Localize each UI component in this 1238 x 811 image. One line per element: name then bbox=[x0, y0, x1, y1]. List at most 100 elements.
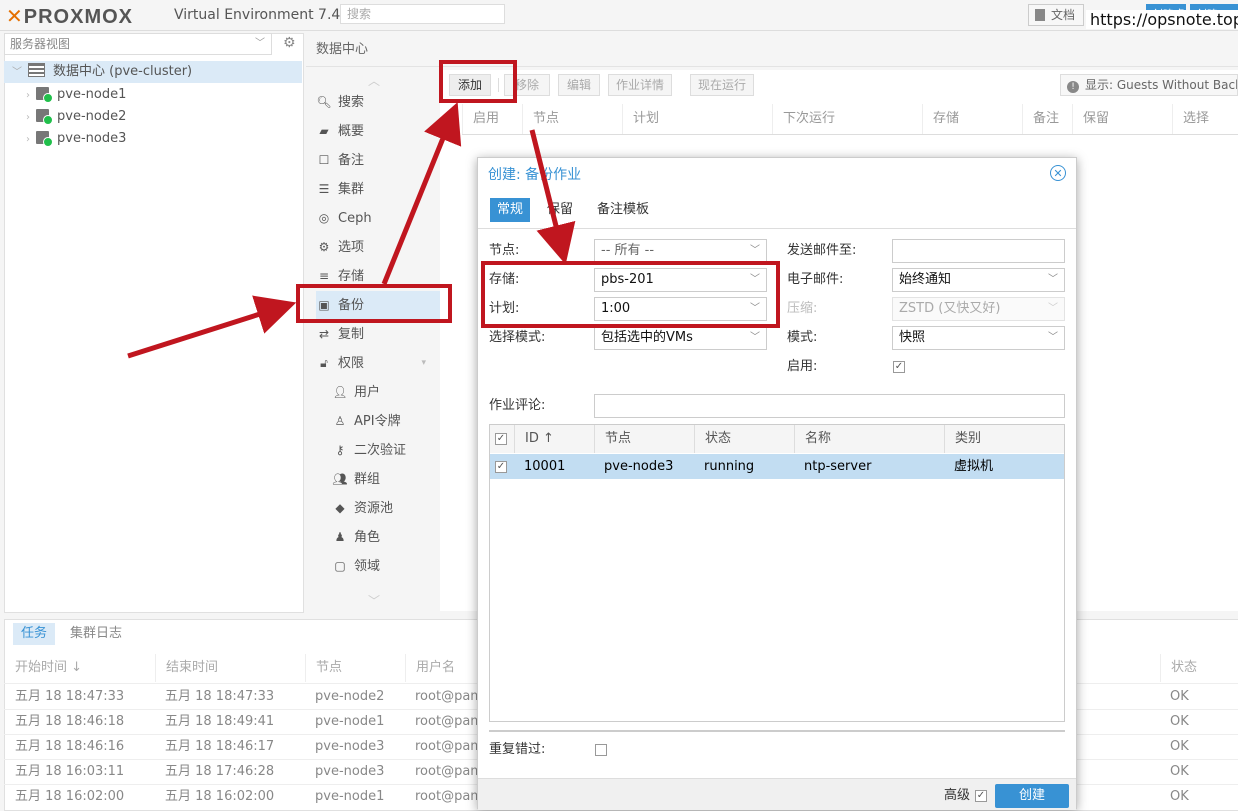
note-icon: ☐ bbox=[318, 153, 330, 167]
job-comment-input[interactable] bbox=[594, 394, 1065, 418]
scroll-down-icon[interactable]: ﹀ bbox=[368, 592, 380, 609]
task-user[interactable]: root@pam bbox=[405, 734, 483, 759]
task-status[interactable]: OK bbox=[1160, 684, 1189, 709]
guests-without-backup-button[interactable]: ! 显示: Guests Without Backup bbox=[1060, 74, 1238, 96]
tab-cluster-log[interactable]: 集群日志 bbox=[62, 623, 130, 645]
task-end-time[interactable]: 五月 18 16:02:00 bbox=[155, 784, 274, 809]
tree-item-node[interactable]: › pve-node3 bbox=[4, 128, 302, 150]
menu-item-api-tokens[interactable]: ♙ API令牌 bbox=[332, 407, 456, 436]
edit-button[interactable]: 编辑 bbox=[558, 74, 600, 96]
task-user[interactable]: root@pam bbox=[405, 684, 483, 709]
menu-item-groups[interactable]: 👥︎ 群组 bbox=[332, 465, 456, 494]
tab-general[interactable]: 常规 bbox=[490, 198, 531, 222]
annotation-box-add bbox=[439, 60, 517, 103]
task-start-time[interactable]: 五月 18 18:46:16 bbox=[5, 734, 124, 759]
column-header[interactable]: 节点 bbox=[522, 104, 622, 134]
menu-item-replication[interactable]: ⇄ 复制 bbox=[316, 320, 440, 349]
task-node[interactable]: pve-node2 bbox=[305, 684, 384, 709]
global-search-input[interactable]: 搜索 bbox=[340, 4, 505, 24]
task-node[interactable]: pve-node1 bbox=[305, 709, 384, 734]
menu-item-label: 二次验证 bbox=[354, 443, 407, 458]
menu-item-cluster[interactable]: ☰ 集群 bbox=[316, 175, 440, 204]
column-header[interactable]: ID ↑ bbox=[514, 425, 594, 453]
column-header[interactable]: 备注 bbox=[1022, 104, 1072, 134]
task-node[interactable]: pve-node1 bbox=[305, 784, 384, 809]
task-user[interactable]: root@pam bbox=[405, 784, 483, 809]
column-header[interactable]: 选择 bbox=[1172, 104, 1238, 134]
vm-row-checkbox[interactable]: ✓ bbox=[495, 461, 507, 473]
tree-item-datacenter[interactable]: ﹀ 数据中心 (pve-cluster) bbox=[4, 61, 302, 83]
task-user[interactable]: root@pam bbox=[405, 709, 483, 734]
tab-retention[interactable]: 保留 bbox=[540, 198, 580, 222]
column-header[interactable]: 状态 bbox=[694, 425, 794, 453]
tree-item-node[interactable]: › pve-node2 bbox=[4, 106, 302, 128]
run-now-button[interactable]: 现在运行 bbox=[690, 74, 754, 96]
menu-item-roles[interactable]: ♟ 角色 bbox=[332, 523, 456, 552]
mode-select[interactable]: 快照 ﹀ bbox=[892, 326, 1065, 350]
task-start-time[interactable]: 五月 18 16:02:00 bbox=[5, 784, 124, 809]
task-end-time[interactable]: 五月 18 17:46:28 bbox=[155, 759, 274, 784]
gear-icon[interactable]: ⚙ bbox=[283, 35, 296, 51]
server-icon: ☰ bbox=[318, 182, 330, 196]
task-end-time[interactable]: 五月 18 18:49:41 bbox=[155, 709, 274, 734]
tab-tasks[interactable]: 任务 bbox=[13, 623, 56, 645]
menu-item-notes[interactable]: ☐ 备注 bbox=[316, 146, 440, 175]
advanced-checkbox[interactable]: ✓ bbox=[975, 790, 987, 802]
column-header[interactable]: 节点 bbox=[594, 425, 694, 453]
node-online-icon bbox=[36, 131, 53, 147]
scroll-up-icon[interactable]: ︿ bbox=[368, 72, 380, 89]
task-node[interactable]: pve-node3 bbox=[305, 734, 384, 759]
task-node[interactable]: pve-node3 bbox=[305, 759, 384, 784]
column-header[interactable]: 结束时间 bbox=[155, 654, 305, 682]
task-user[interactable]: root@pam bbox=[405, 759, 483, 784]
menu-item-ceph[interactable]: ◎ Ceph bbox=[316, 204, 440, 233]
tree-item-node[interactable]: › pve-node1 bbox=[4, 84, 302, 106]
task-status[interactable]: OK bbox=[1160, 734, 1189, 759]
close-icon[interactable]: ✕ bbox=[1050, 165, 1066, 181]
menu-item-permissions[interactable]: 🔓︎ 权限 ▾ bbox=[316, 349, 440, 378]
column-header[interactable]: 保留 bbox=[1072, 104, 1172, 134]
menu-item-options[interactable]: ⚙ 选项 bbox=[316, 233, 440, 262]
task-start-time[interactable]: 五月 18 18:46:18 bbox=[5, 709, 124, 734]
menu-item-label: API令牌 bbox=[354, 414, 401, 429]
selection-mode-select[interactable]: 包括选中的VMs ﹀ bbox=[594, 326, 767, 350]
tab-notes-template[interactable]: 备注模板 bbox=[590, 198, 656, 222]
task-start-time[interactable]: 五月 18 16:03:11 bbox=[5, 759, 124, 784]
column-header[interactable]: 存储 bbox=[922, 104, 1022, 134]
ceph-icon: ◎ bbox=[318, 211, 330, 225]
enable-checkbox[interactable]: ✓ bbox=[893, 361, 905, 373]
menu-item-summary[interactable]: ▰ 概要 bbox=[316, 117, 440, 146]
select-all-checkbox[interactable]: ✓ bbox=[495, 433, 507, 445]
node-select[interactable]: -- 所有 -- ﹀ bbox=[594, 239, 767, 263]
column-header[interactable]: 节点 bbox=[305, 654, 405, 682]
job-detail-button[interactable]: 作业详情 bbox=[608, 74, 672, 96]
column-header[interactable]: 名称 bbox=[794, 425, 944, 453]
menu-item-realms[interactable]: ▢ 领域 bbox=[332, 552, 456, 581]
docs-button[interactable]: 文档 bbox=[1028, 4, 1084, 26]
menu-item-tfa[interactable]: ⚷ 二次验证 bbox=[332, 436, 456, 465]
task-start-time[interactable]: 五月 18 18:47:33 bbox=[5, 684, 124, 709]
task-end-time[interactable]: 五月 18 18:46:17 bbox=[155, 734, 274, 759]
menu-item-users[interactable]: 👤︎ 用户 bbox=[332, 378, 456, 407]
menu-item-pools[interactable]: ◆ 资源池 bbox=[332, 494, 456, 523]
email-notify-select[interactable]: 始终通知 ﹀ bbox=[892, 268, 1065, 292]
column-header[interactable]: 启用 bbox=[462, 104, 522, 134]
task-end-time[interactable]: 五月 18 18:47:33 bbox=[155, 684, 274, 709]
task-status[interactable]: OK bbox=[1160, 759, 1189, 784]
column-header[interactable]: 类别 bbox=[944, 425, 1064, 453]
column-header[interactable]: 状态 bbox=[1160, 654, 1238, 682]
send-email-input[interactable] bbox=[892, 239, 1065, 263]
view-selector[interactable]: 服务器视图 ﹀ bbox=[4, 33, 272, 55]
email-label: 电子邮件: bbox=[787, 272, 844, 287]
create-button[interactable]: 创建 bbox=[995, 784, 1069, 808]
menu-item-search[interactable]: 🔍︎ 搜索 bbox=[316, 88, 440, 117]
column-header[interactable]: 开始时间 ↓ bbox=[5, 654, 155, 682]
task-status[interactable]: OK bbox=[1160, 784, 1189, 809]
column-header[interactable]: 用户名 bbox=[405, 654, 477, 682]
repeat-missed-checkbox[interactable] bbox=[595, 744, 607, 756]
column-header[interactable]: 计划 bbox=[622, 104, 772, 134]
address-book-icon: ▢ bbox=[334, 559, 346, 573]
column-header[interactable]: 下次运行 bbox=[772, 104, 922, 134]
menu-item-label: 角色 bbox=[354, 530, 381, 545]
task-status[interactable]: OK bbox=[1160, 709, 1189, 734]
